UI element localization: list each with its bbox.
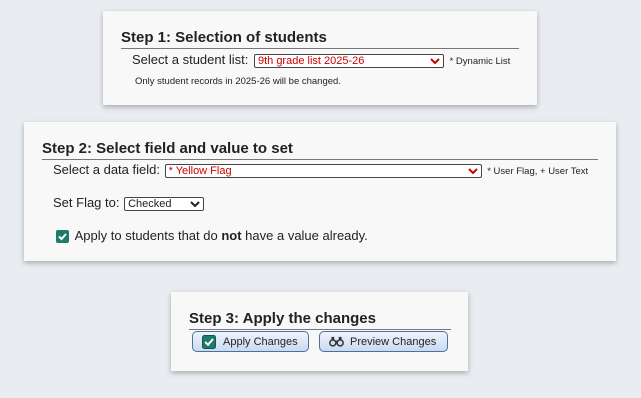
- student-list-row: Select a student list: 9th grade list 20…: [132, 52, 510, 68]
- student-list-label: Select a student list:: [132, 52, 249, 67]
- set-flag-row: Set Flag to: Checked: [53, 195, 205, 211]
- preview-changes-label: Preview Changes: [350, 335, 437, 348]
- data-field-select[interactable]: * Yellow Flag: [164, 163, 482, 178]
- step2-title: Step 2: Select field and value to set: [42, 140, 598, 160]
- apply-changes-button[interactable]: Apply Changes: [192, 331, 309, 352]
- binoculars-icon: [329, 336, 344, 347]
- apply-empty-only-text-post: have a value already.: [241, 228, 368, 243]
- chevron-down-icon: [190, 200, 200, 207]
- apply-empty-only-text-bold: not: [221, 228, 242, 243]
- student-list-select-value: 9th grade list 2025-26: [257, 54, 365, 67]
- set-flag-select[interactable]: Checked: [124, 196, 205, 211]
- apply-changes-label: Apply Changes: [223, 335, 298, 348]
- step1-info: Only student records in 2025-26 will be …: [135, 76, 341, 87]
- step3-title: Step 3: Apply the changes: [189, 310, 451, 330]
- chevron-down-icon: [467, 167, 478, 174]
- data-field-row: Select a data field: * Yellow Flag * Use…: [53, 162, 588, 178]
- step3-panel: Step 3: Apply the changes Apply Changes …: [171, 292, 468, 371]
- step1-panel: Step 1: Selection of students Select a s…: [103, 11, 537, 105]
- student-list-select[interactable]: 9th grade list 2025-26: [253, 53, 444, 68]
- check-icon: [58, 233, 67, 241]
- apply-empty-only-text-pre: Apply to students that do: [74, 228, 222, 243]
- apply-empty-only-checkbox[interactable]: [56, 230, 69, 244]
- chevron-down-icon: [430, 57, 440, 64]
- field-type-note: * User Flag, + User Text: [487, 166, 589, 177]
- checkbox-check-icon: [202, 334, 216, 349]
- set-flag-label: Set Flag to:: [53, 195, 120, 210]
- apply-empty-only-row: Apply to students that do not have a val…: [56, 228, 368, 244]
- apply-empty-only-label: Apply to students that do not have a val…: [75, 228, 368, 243]
- preview-changes-button[interactable]: Preview Changes: [319, 331, 448, 352]
- step1-title: Step 1: Selection of students: [121, 29, 519, 49]
- set-flag-select-value: Checked: [128, 197, 172, 210]
- data-field-select-value: * Yellow Flag: [168, 164, 232, 177]
- data-field-label: Select a data field:: [53, 162, 160, 177]
- step2-panel: Step 2: Select field and value to set Se…: [24, 122, 616, 261]
- dynamic-list-note: * Dynamic List: [449, 56, 511, 67]
